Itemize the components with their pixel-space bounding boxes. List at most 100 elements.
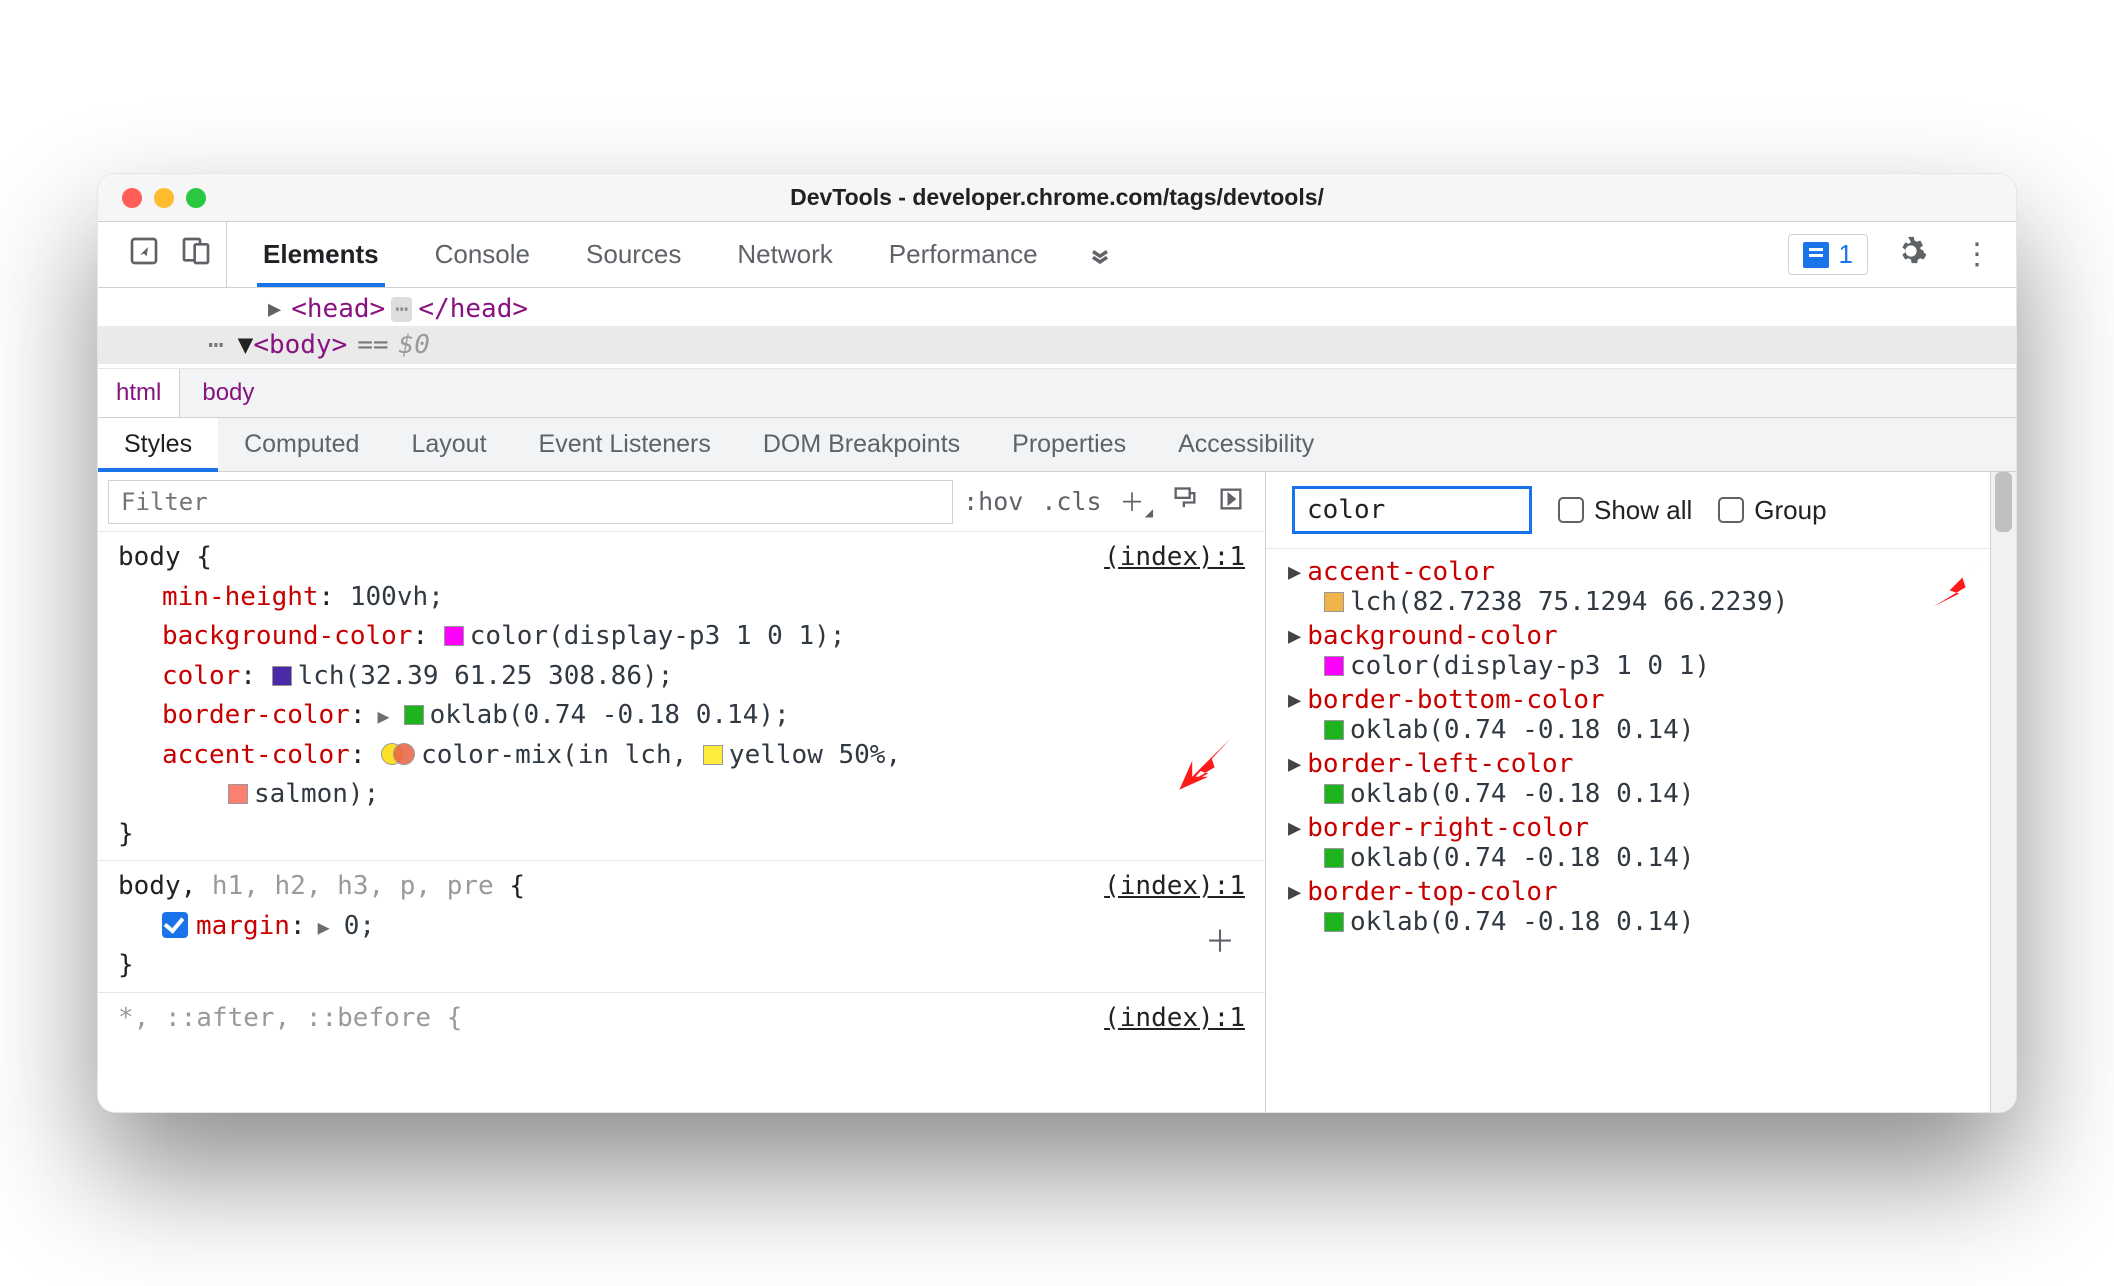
caret-icon[interactable]: ▶ xyxy=(1288,624,1301,649)
subtab-dom-breakpoints[interactable]: DOM Breakpoints xyxy=(737,418,986,471)
dom-body-tag: <body> xyxy=(253,330,347,360)
css-rule-body-group[interactable]: body, h1, h2, h3, p, pre { (index):1 mar… xyxy=(98,861,1265,993)
source-link[interactable]: (index):1 xyxy=(1104,538,1245,578)
computed-filter-input[interactable] xyxy=(1292,486,1532,534)
equals-text: == xyxy=(357,330,388,360)
caret-icon[interactable]: ▶ xyxy=(1288,688,1301,713)
checkbox-icon xyxy=(1558,497,1584,523)
tab-elements[interactable]: Elements xyxy=(235,222,407,287)
swatch-icon[interactable] xyxy=(1324,656,1344,676)
show-all-checkbox[interactable]: Show all xyxy=(1558,495,1692,526)
swatch-icon[interactable] xyxy=(1324,912,1344,932)
caret-icon[interactable]: ▶ xyxy=(1288,560,1301,585)
swatch-green-icon[interactable] xyxy=(404,705,424,725)
subtab-event-listeners[interactable]: Event Listeners xyxy=(513,418,737,471)
titlebar: DevTools - developer.chrome.com/tags/dev… xyxy=(98,174,2016,222)
chat-icon xyxy=(1803,242,1829,268)
styles-filter-input[interactable] xyxy=(108,480,953,524)
kebab-menu-icon[interactable]: ⋮ xyxy=(1954,237,2000,272)
computed-property[interactable]: ▶border-top-color oklab(0.74 -0.18 0.14) xyxy=(1282,875,2016,939)
columns: :hov .cls ＋◢ body { (index):1 xyxy=(98,472,2016,1112)
device-toggle-icon[interactable] xyxy=(180,235,212,274)
computed-property[interactable]: ▶border-right-color oklab(0.74 -0.18 0.1… xyxy=(1282,811,2016,875)
swatch-yellow-icon[interactable] xyxy=(703,745,723,765)
selector: body { xyxy=(118,538,212,578)
source-link[interactable]: (index):1 xyxy=(1104,867,1245,907)
checkbox-icon xyxy=(1718,497,1744,523)
devtools-window: DevTools - developer.chrome.com/tags/dev… xyxy=(97,173,2017,1113)
add-property-plus-icon[interactable]: ＋ xyxy=(1205,920,1235,966)
prop-bgcolor[interactable]: background-color xyxy=(162,621,412,651)
dom-head-open[interactable]: <head> xyxy=(291,294,385,324)
crumb-body[interactable]: body xyxy=(184,369,272,417)
computed-property[interactable]: ▶background-color color(display-p3 1 0 1… xyxy=(1282,619,2016,683)
scrollbar[interactable] xyxy=(1990,472,2016,1112)
main-tabs: Elements Console Sources Network Perform… xyxy=(235,222,1134,287)
group-checkbox[interactable]: Group xyxy=(1718,495,1826,526)
tab-console[interactable]: Console xyxy=(407,222,558,287)
subtab-accessibility[interactable]: Accessibility xyxy=(1152,418,1340,471)
rule-close: } xyxy=(118,815,1245,855)
subtab-layout[interactable]: Layout xyxy=(385,418,512,471)
paint-icon[interactable] xyxy=(1171,485,1199,519)
computed-property[interactable]: ▶accent-color lch(82.7238 75.1294 66.223… xyxy=(1282,555,2016,619)
css-rule-body[interactable]: body { (index):1 min-height: 100vh; back… xyxy=(98,532,1265,861)
css-rule-universal[interactable]: *, ::after, ::before { (index):1 xyxy=(98,993,1265,1045)
caret-icon[interactable]: ▶ xyxy=(1288,752,1301,777)
checkbox-checked-icon[interactable] xyxy=(162,912,188,938)
computed-property[interactable]: ▶border-left-color oklab(0.74 -0.18 0.14… xyxy=(1282,747,2016,811)
dollar-zero: $0 xyxy=(399,330,430,360)
dom-selected-body[interactable]: ⋯ ▼ <body> == $0 xyxy=(98,326,2016,364)
swatch-icon[interactable] xyxy=(1324,848,1344,868)
annotation-arrow-icon xyxy=(1924,552,1988,616)
more-icon[interactable]: ⋯ xyxy=(208,330,226,360)
swatch-magenta-icon[interactable] xyxy=(444,626,464,646)
prop-accent-color[interactable]: accent-color xyxy=(162,740,350,770)
issues-badge[interactable]: 1 xyxy=(1788,234,1868,275)
maximize-icon[interactable] xyxy=(186,188,206,208)
subtab-styles[interactable]: Styles xyxy=(98,418,218,471)
collapse-arrow-icon[interactable]: ▶ xyxy=(268,297,281,322)
color-mix-icon[interactable] xyxy=(381,742,415,766)
subtab-properties[interactable]: Properties xyxy=(986,418,1152,471)
main-toolbar: Elements Console Sources Network Perform… xyxy=(98,222,2016,288)
swatch-icon[interactable] xyxy=(1324,784,1344,804)
swatch-purple-icon[interactable] xyxy=(272,666,292,686)
window-title: DevTools - developer.chrome.com/tags/dev… xyxy=(790,184,1324,211)
crumb-html[interactable]: html xyxy=(98,369,180,417)
cls-button[interactable]: .cls xyxy=(1041,487,1101,516)
ellipsis-icon[interactable]: ⋯ xyxy=(391,297,412,322)
prop-margin[interactable]: margin xyxy=(196,911,290,941)
prop-min-height[interactable]: min-height xyxy=(162,582,319,612)
computed-list: ▶accent-color lch(82.7238 75.1294 66.223… xyxy=(1266,549,2016,1109)
expand-arrow-icon[interactable]: ▼ xyxy=(238,330,254,360)
inspect-icon[interactable] xyxy=(128,235,160,274)
tab-sources[interactable]: Sources xyxy=(558,222,709,287)
swatch-icon[interactable] xyxy=(1324,592,1344,612)
css-rules: body { (index):1 min-height: 100vh; back… xyxy=(98,532,1265,1112)
subtab-computed[interactable]: Computed xyxy=(218,418,385,471)
prop-border-color[interactable]: border-color xyxy=(162,700,350,730)
settings-gear-icon[interactable] xyxy=(1886,234,1936,276)
more-tabs-icon[interactable] xyxy=(1066,222,1134,287)
caret-icon[interactable]: ▶ xyxy=(1288,880,1301,905)
minimize-icon[interactable] xyxy=(154,188,174,208)
tab-performance[interactable]: Performance xyxy=(861,222,1066,287)
prop-color[interactable]: color xyxy=(162,661,240,691)
expand-icon[interactable]: ▶ xyxy=(306,915,342,939)
source-link[interactable]: (index):1 xyxy=(1104,999,1245,1039)
close-icon[interactable] xyxy=(122,188,142,208)
swatch-icon[interactable] xyxy=(1324,720,1344,740)
breadcrumb: html body xyxy=(98,369,2016,418)
dom-tree: ▶ <head> ⋯ </head> ⋯ ▼ <body> == $0 xyxy=(98,288,2016,369)
hov-button[interactable]: :hov xyxy=(963,487,1023,516)
expand-icon[interactable]: ▶ xyxy=(366,704,402,728)
computed-pane: Show all Group ▶accent-color lch(82.7238… xyxy=(1266,472,2016,1112)
computed-property[interactable]: ▶border-bottom-color oklab(0.74 -0.18 0.… xyxy=(1282,683,2016,747)
swatch-salmon-icon[interactable] xyxy=(228,784,248,804)
panel-toggle-icon[interactable] xyxy=(1217,485,1245,519)
tab-network[interactable]: Network xyxy=(709,222,860,287)
scroll-thumb[interactable] xyxy=(1995,472,2012,532)
new-rule-plus-icon[interactable]: ＋◢ xyxy=(1120,483,1153,521)
caret-icon[interactable]: ▶ xyxy=(1288,816,1301,841)
